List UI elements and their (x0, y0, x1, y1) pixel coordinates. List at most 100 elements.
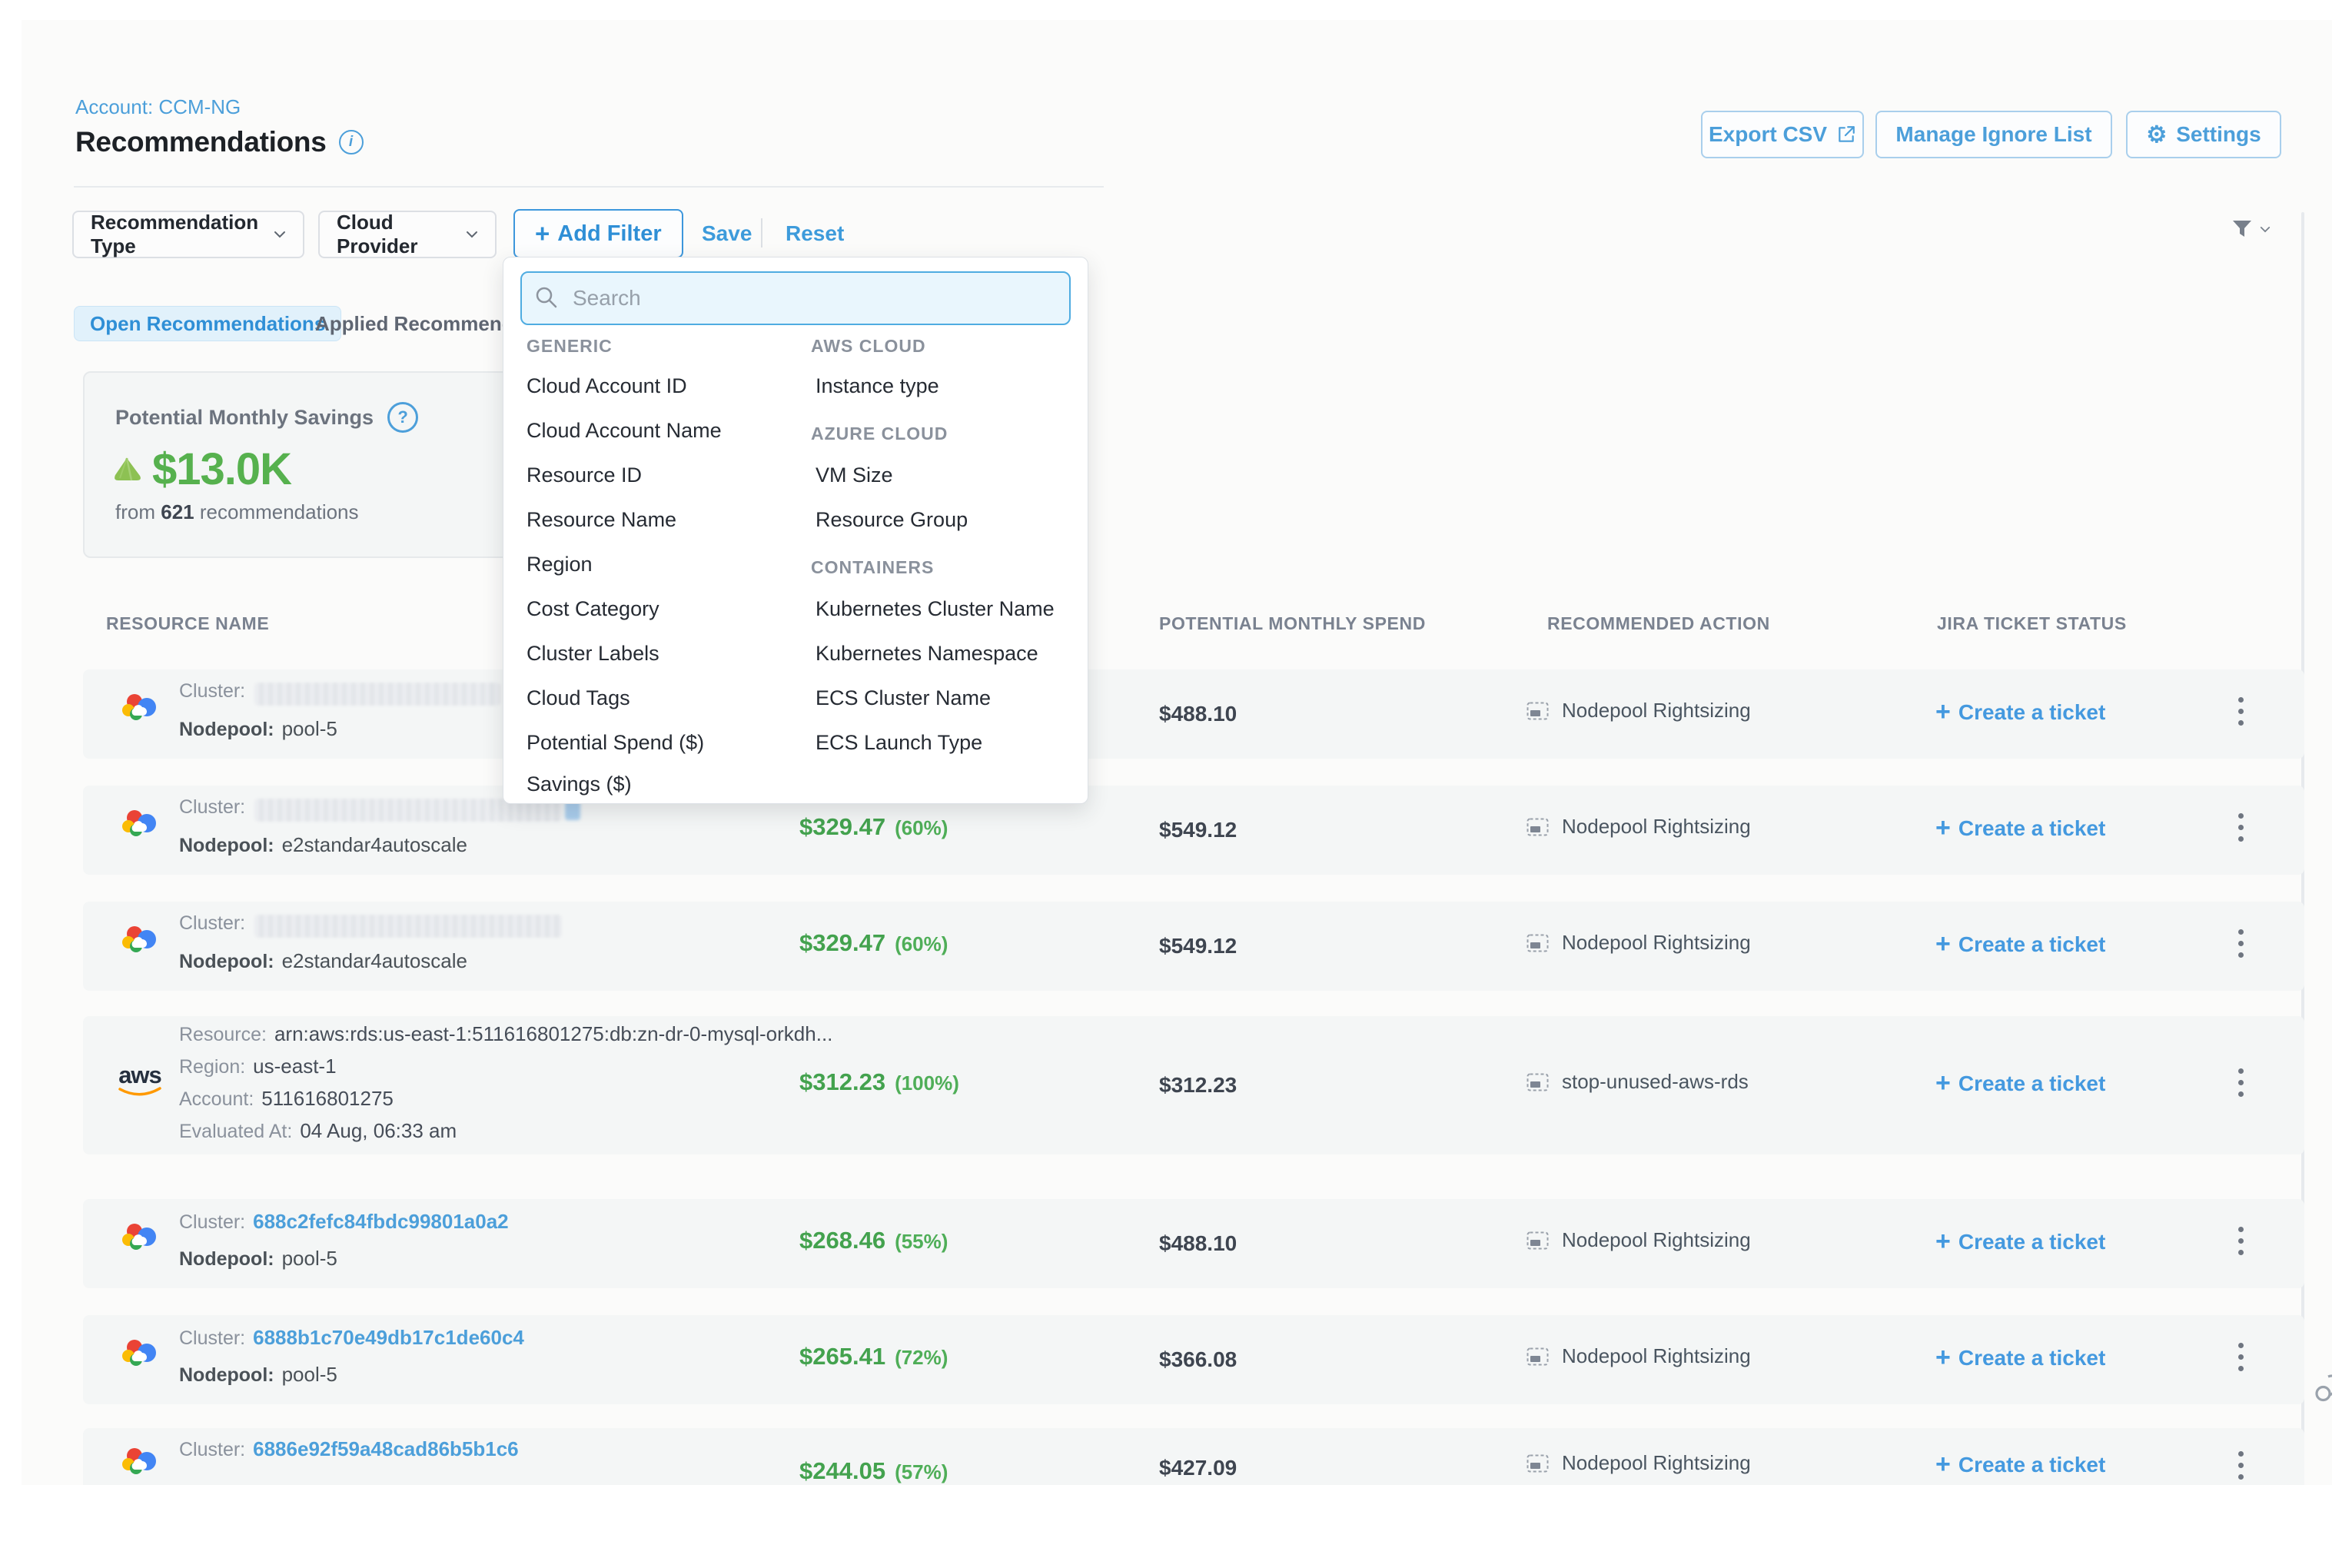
redacted-cluster-name (254, 915, 562, 938)
chevron-down-icon (2260, 226, 2271, 233)
row-menu-button[interactable] (2235, 1445, 2247, 1485)
table-row[interactable]: Cluster: 6888b1c70e49db17c1de60c4 Nodepoo… (83, 1315, 2304, 1404)
create-ticket-link[interactable]: +Create a ticket (1935, 697, 2105, 727)
dropdown-item[interactable]: Cloud Tags (527, 686, 630, 710)
plus-icon: + (1935, 929, 1951, 959)
row-menu-button[interactable] (2235, 923, 2247, 964)
dropdown-item[interactable]: Instance type (816, 374, 939, 398)
add-filter-label: Add Filter (557, 221, 661, 247)
export-csv-button[interactable]: Export CSV (1701, 111, 1864, 158)
column-header-resource-name[interactable]: RESOURCE NAME (106, 613, 269, 634)
dropdown-item[interactable]: Resource Name (527, 508, 676, 532)
table-row[interactable]: aws Resource:arn:aws:rds:us-east-1:51161… (83, 1016, 2304, 1154)
savings-percent: (60%) (895, 932, 948, 956)
redacted-cluster-name (254, 683, 500, 706)
table-row[interactable]: Cluster: Nodepool:pool-5 $488.10 Nodepoo… (83, 669, 2304, 759)
dropdown-item[interactable]: ECS Cluster Name (816, 686, 991, 710)
recommended-action-value: Nodepool Rightsizing (1562, 1344, 1751, 1368)
potential-monthly-spend-value: $427.09 (1159, 1456, 1237, 1480)
cluster-link[interactable]: 6888b1c70e49db17c1de60c4 (253, 1326, 524, 1349)
dropdown-item[interactable]: Cluster Labels (527, 642, 659, 666)
add-filter-button[interactable]: + Add Filter (513, 209, 683, 258)
savings-percent: (57%) (895, 1460, 948, 1484)
create-ticket-link[interactable]: +Create a ticket (1935, 1450, 2105, 1480)
dropdown-item[interactable]: Potential Spend ($) (527, 731, 704, 755)
nodepool-value: pool-5 (282, 1363, 337, 1386)
account-breadcrumb[interactable]: Account: CCM-NG (75, 95, 241, 119)
reset-filter-button[interactable]: Reset (786, 221, 844, 246)
table-row[interactable]: Cluster: Nodepool:e2standar4autoscale $3… (83, 786, 2304, 875)
recommended-action-value: stop-unused-aws-rds (1562, 1070, 1749, 1094)
monthly-savings-value: $244.05 (799, 1457, 885, 1485)
gcp-icon (121, 691, 158, 726)
savings-percent: (72%) (895, 1346, 948, 1370)
column-header-recommended-action[interactable]: RECOMMENDED ACTION (1547, 613, 1770, 634)
table-row[interactable]: Cluster:688c2fefc84fbdc99801a0a2 Nodepoo… (83, 1199, 2304, 1288)
recommendation-type-filter[interactable]: Recommendation Type (72, 211, 304, 258)
savings-percent: (60%) (895, 816, 948, 840)
money-icon (112, 455, 145, 484)
row-menu-button[interactable] (2235, 807, 2247, 848)
cluster-link[interactable]: 6886e92f59a48cad86b5b1c6 (253, 1437, 519, 1460)
aws-icon: aws (115, 1064, 164, 1098)
dropdown-item[interactable]: Cloud Account Name (527, 419, 722, 443)
plus-icon: + (1935, 813, 1951, 843)
app-window: Account: CCM-NG Recommendations i Export… (0, 0, 2352, 1568)
save-filter-button[interactable]: Save (702, 221, 752, 246)
manage-ignore-list-button[interactable]: Manage Ignore List (1875, 111, 2112, 158)
table-row[interactable]: Cluster:6886e92f59a48cad86b5b1c6 $244.05… (83, 1428, 2304, 1485)
chevron-down-icon (274, 231, 286, 238)
settings-button[interactable]: ⚙ Settings (2126, 111, 2281, 158)
dropdown-item[interactable]: Resource ID (527, 463, 642, 487)
create-ticket-link[interactable]: +Create a ticket (1935, 813, 2105, 843)
column-header-jira-ticket-status[interactable]: JIRA TICKET STATUS (1937, 613, 2127, 634)
table-row[interactable]: Cluster: Nodepool:e2standar4autoscale $3… (83, 902, 2304, 991)
dropdown-item[interactable]: VM Size (816, 463, 893, 487)
row-menu-button[interactable] (2235, 1062, 2247, 1103)
cloud-provider-filter[interactable]: Cloud Provider (318, 211, 497, 258)
info-icon[interactable]: i (339, 130, 364, 154)
dropdown-item[interactable]: Kubernetes Namespace (816, 642, 1038, 666)
recommended-action-value: Nodepool Rightsizing (1562, 931, 1751, 955)
dropdown-item[interactable]: Resource Group (816, 508, 968, 532)
column-header-potential-monthly-spend[interactable]: POTENTIAL MONTHLY SPEND (1159, 613, 1426, 634)
cluster-label: Cluster: (179, 1327, 245, 1349)
tab-open-recommendations[interactable]: Open Recommendations (74, 306, 341, 341)
dropdown-item[interactable]: Savings ($) (527, 772, 632, 796)
dropdown-section-aws-cloud: AWS CLOUD (811, 336, 926, 357)
gcp-icon (121, 1221, 158, 1255)
row-menu-button[interactable] (2235, 691, 2247, 732)
potential-monthly-spend-value: $488.10 (1159, 702, 1237, 726)
row-menu-button[interactable] (2235, 1337, 2247, 1377)
potential-monthly-spend-value: $549.12 (1159, 934, 1237, 958)
savings-subtext: from 621 recommendations (115, 500, 359, 524)
dropdown-item[interactable]: Region (527, 553, 593, 576)
filter-panel-toggle[interactable] (2231, 218, 2271, 240)
help-icon[interactable]: ? (387, 402, 418, 433)
dropdown-item[interactable]: Kubernetes Cluster Name (816, 597, 1055, 621)
cluster-link[interactable]: 688c2fefc84fbdc99801a0a2 (253, 1210, 508, 1233)
create-ticket-link[interactable]: +Create a ticket (1935, 929, 2105, 959)
dropdown-item[interactable]: ECS Launch Type (816, 731, 982, 755)
create-ticket-link[interactable]: +Create a ticket (1935, 1068, 2105, 1098)
dropdown-section-generic: GENERIC (527, 336, 613, 357)
cluster-label: Cluster: (179, 796, 245, 818)
create-ticket-link[interactable]: +Create a ticket (1935, 1343, 2105, 1373)
funnel-icon (2231, 218, 2254, 240)
potential-monthly-spend-value: $366.08 (1159, 1347, 1237, 1372)
recommended-action-value: Nodepool Rightsizing (1562, 699, 1751, 723)
gcp-icon (121, 1337, 158, 1371)
potential-monthly-spend-value: $488.10 (1159, 1231, 1237, 1256)
gcp-icon (121, 923, 158, 958)
evaluated-at-value: 04 Aug, 06:33 am (300, 1119, 457, 1142)
dropdown-item[interactable]: Cost Category (527, 597, 659, 621)
manage-ignore-label: Manage Ignore List (1895, 122, 2091, 147)
row-menu-button[interactable] (2235, 1221, 2247, 1261)
filter-search-input[interactable] (520, 271, 1071, 325)
dropdown-item[interactable]: Cloud Account ID (527, 374, 687, 398)
support-chat-icon[interactable] (2314, 1373, 2332, 1409)
cluster-label: Cluster: (179, 1211, 245, 1233)
recommended-action-value: Nodepool Rightsizing (1562, 815, 1751, 839)
account-value: 511616801275 (261, 1087, 394, 1110)
create-ticket-link[interactable]: +Create a ticket (1935, 1227, 2105, 1257)
